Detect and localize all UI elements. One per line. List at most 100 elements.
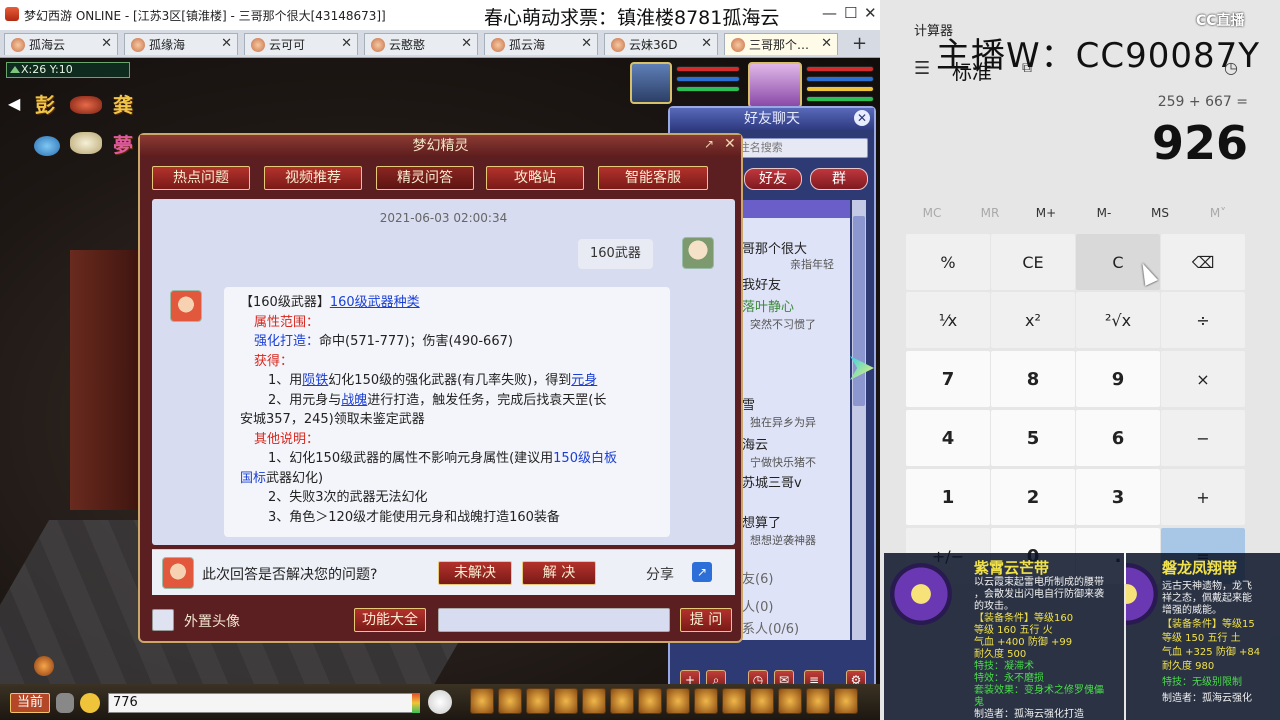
tab-group[interactable]: 群: [810, 168, 868, 190]
mount-icon[interactable]: [70, 96, 102, 114]
side-icon-gong[interactable]: 龚: [110, 92, 136, 118]
tab-close-icon[interactable]: ✕: [821, 36, 832, 51]
friend-item[interactable]: 想算了: [742, 512, 781, 531]
ms-button[interactable]: MS: [1132, 206, 1188, 220]
player-portrait[interactable]: [748, 62, 802, 108]
maximize-icon[interactable]: ☐: [844, 4, 857, 22]
client-tab-2[interactable]: 孤缘海 ✕: [124, 33, 238, 55]
friend-item[interactable]: 海云: [742, 434, 768, 453]
mail-icon[interactable]: [806, 688, 830, 714]
friend-group[interactable]: 系人(0/6): [742, 618, 799, 637]
system-icon[interactable]: [778, 688, 802, 714]
m-minus-button[interactable]: M-: [1076, 206, 1132, 220]
client-tab-4[interactable]: 云憨憨 ✕: [364, 33, 478, 55]
team-icon[interactable]: [582, 688, 606, 714]
collapse-arrow-icon[interactable]: ◀: [8, 94, 20, 113]
tab-close-icon[interactable]: ✕: [101, 36, 112, 51]
digit-5-button[interactable]: 5: [991, 410, 1075, 466]
tab-close-icon[interactable]: ✕: [461, 36, 472, 51]
digit-3-button[interactable]: 3: [1076, 469, 1160, 525]
digit-1-button[interactable]: 1: [906, 469, 990, 525]
pet-icon[interactable]: [610, 688, 634, 714]
client-tab-3[interactable]: 云可可 ✕: [244, 33, 358, 55]
item-icon[interactable]: [498, 688, 522, 714]
give-icon[interactable]: [526, 688, 550, 714]
multiply-button[interactable]: ×: [1161, 351, 1245, 407]
mc-button[interactable]: MC: [904, 206, 960, 220]
m-plus-button[interactable]: M+: [1018, 206, 1074, 220]
backspace-button[interactable]: ⌫: [1161, 234, 1245, 290]
digit-4-button[interactable]: 4: [906, 410, 990, 466]
reciprocal-button[interactable]: ¹⁄x: [906, 292, 990, 348]
pet-summon-icon[interactable]: [428, 690, 452, 714]
sqrt-button[interactable]: ²√x: [1076, 292, 1160, 348]
external-avatar-checkbox[interactable]: [152, 609, 174, 631]
tab-guides[interactable]: 攻略站: [486, 166, 584, 190]
tab-close-icon[interactable]: ✕: [221, 36, 232, 51]
mr-button[interactable]: MR: [962, 206, 1018, 220]
pin-icon[interactable]: ↗: [704, 137, 714, 151]
task-icon[interactable]: [638, 688, 662, 714]
meteorite-link[interactable]: 陨铁: [302, 373, 328, 388]
close-icon[interactable]: ✕: [854, 110, 870, 126]
add-tab-icon[interactable]: +: [852, 33, 867, 54]
share-icon[interactable]: ↗: [692, 562, 712, 582]
pet-portrait[interactable]: [630, 62, 672, 104]
quick-icon[interactable]: [694, 688, 718, 714]
add-button[interactable]: +: [1161, 469, 1245, 525]
client-tab-1[interactable]: 孤海云 ✕: [4, 33, 118, 55]
memory-list-button[interactable]: M˅: [1190, 206, 1246, 220]
trade-icon[interactable]: [554, 688, 578, 714]
fire-icon[interactable]: [34, 656, 54, 676]
tab-close-icon[interactable]: ✕: [701, 36, 712, 51]
question-input[interactable]: [438, 608, 670, 632]
yuanshen-link[interactable]: 元身: [571, 373, 597, 388]
subtract-button[interactable]: −: [1161, 410, 1245, 466]
menu-icon[interactable]: ☰: [914, 58, 930, 79]
friend-item[interactable]: 我好友: [742, 274, 781, 293]
digit-7-button[interactable]: 7: [906, 351, 990, 407]
side-icon-meng[interactable]: 夢: [110, 132, 136, 158]
friend-item[interactable]: 哥那个很大: [742, 238, 807, 257]
friend-item[interactable]: 苏城三哥v: [742, 472, 802, 491]
digit-6-button[interactable]: 6: [1076, 410, 1160, 466]
ce-button[interactable]: CE: [991, 234, 1075, 290]
side-icon-peng[interactable]: 彭: [32, 92, 58, 118]
friend-list-scrollbar[interactable]: [852, 200, 866, 640]
friend-group[interactable]: 人(0): [742, 596, 773, 615]
guild-icon[interactable]: [666, 688, 690, 714]
channel-selector[interactable]: 当前: [10, 693, 50, 713]
square-button[interactable]: x²: [991, 292, 1075, 348]
microphone-icon[interactable]: [56, 693, 74, 713]
minimize-icon[interactable]: —: [822, 4, 837, 22]
client-tab-7[interactable]: 三哥那个… ✕: [724, 33, 838, 55]
tab-friends[interactable]: 好友: [744, 168, 802, 190]
ask-button[interactable]: 提 问: [680, 608, 732, 632]
emoji-icon[interactable]: [80, 693, 100, 713]
divide-button[interactable]: ÷: [1161, 292, 1245, 348]
tab-hot-questions[interactable]: 热点问题: [152, 166, 250, 190]
client-tab-6[interactable]: 云妹36D ✕: [604, 33, 718, 55]
friend-group[interactable]: 友(6): [742, 568, 773, 587]
functions-button[interactable]: 功能大全: [354, 608, 426, 632]
tab-close-icon[interactable]: ✕: [341, 36, 352, 51]
percent-button[interactable]: %: [906, 234, 990, 290]
tab-qa[interactable]: 精灵问答: [376, 166, 474, 190]
digit-8-button[interactable]: 8: [991, 351, 1075, 407]
pet-icon[interactable]: [34, 136, 60, 156]
chat-input[interactable]: 776: [108, 693, 420, 713]
tab-video[interactable]: 视频推荐: [264, 166, 362, 190]
tab-close-icon[interactable]: ✕: [581, 36, 592, 51]
attack-icon[interactable]: [470, 688, 494, 714]
tab-support[interactable]: 智能客服: [598, 166, 708, 190]
close-icon[interactable]: ✕: [724, 136, 736, 152]
share-label[interactable]: 分享: [646, 564, 674, 584]
settings-icon[interactable]: [834, 688, 858, 714]
friend-item[interactable]: 雪: [742, 394, 755, 413]
digit-2-button[interactable]: 2: [991, 469, 1075, 525]
close-icon[interactable]: ✕: [864, 4, 877, 22]
digit-9-button[interactable]: 9: [1076, 351, 1160, 407]
friend-icon[interactable]: [722, 688, 746, 714]
solved-button[interactable]: 解 决: [522, 561, 596, 585]
unsolved-button[interactable]: 未解决: [438, 561, 512, 585]
